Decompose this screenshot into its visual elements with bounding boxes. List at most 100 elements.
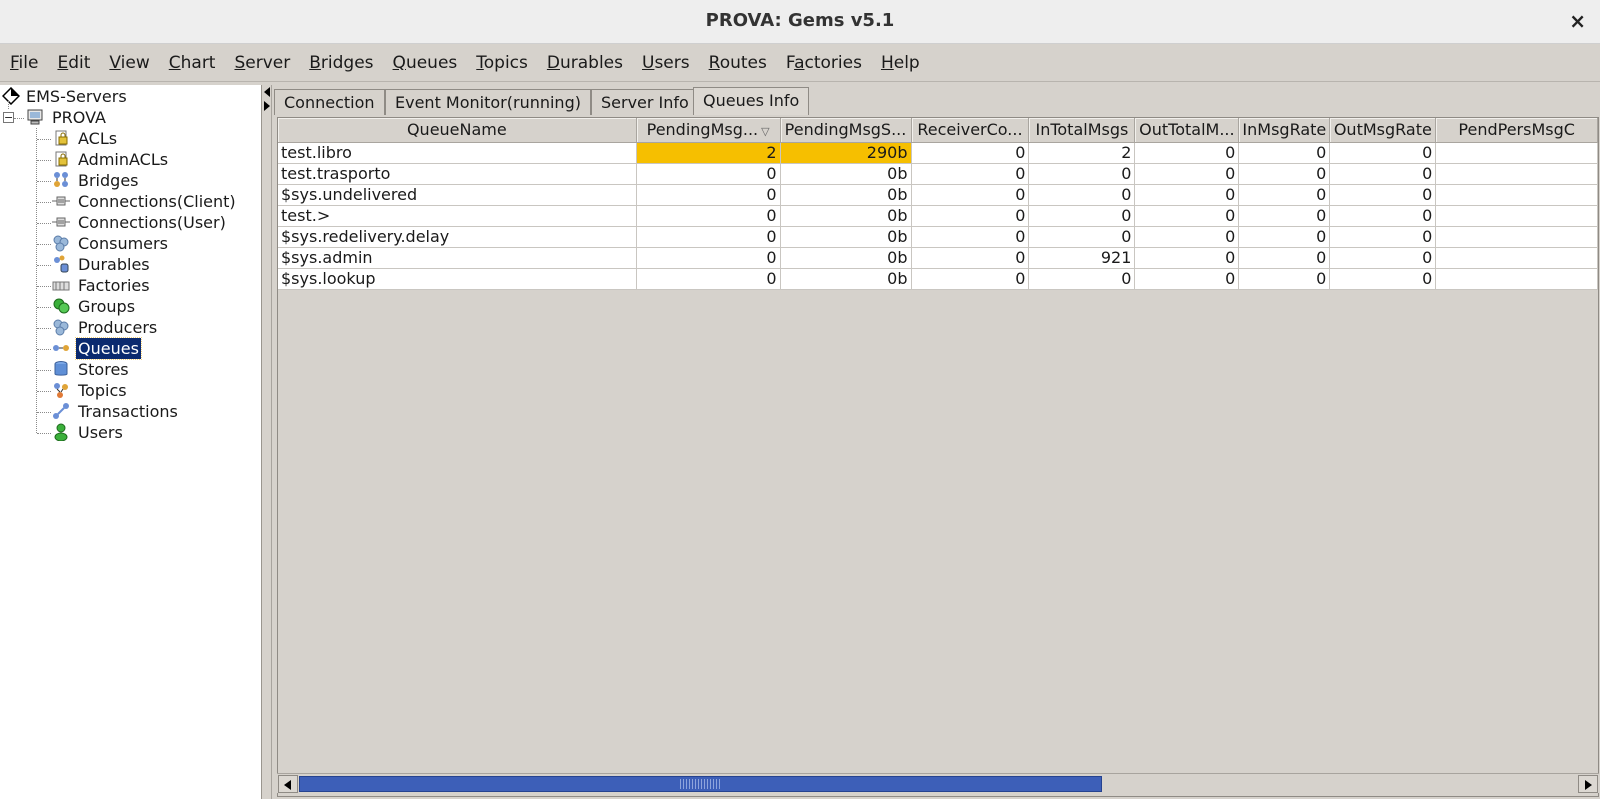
- table-row[interactable]: test.> 0 0b 0 0 0 0 0: [278, 205, 1598, 227]
- table-cell[interactable]: 0: [1238, 163, 1331, 185]
- table-cell[interactable]: 0: [1238, 247, 1331, 269]
- table-cell[interactable]: 0: [1329, 205, 1437, 227]
- table-cell[interactable]: 2: [636, 142, 781, 164]
- queue-name-cell[interactable]: test.trasporto: [278, 163, 637, 185]
- table-cell[interactable]: 0b: [780, 226, 912, 248]
- tab-event-monitor-running[interactable]: Event Monitor(running): [385, 89, 591, 115]
- table-cell[interactable]: 0b: [780, 184, 912, 206]
- table-cell[interactable]: 0: [911, 142, 1030, 164]
- scroll-left-button[interactable]: [278, 775, 298, 793]
- table-cell[interactable]: 0: [911, 226, 1030, 248]
- table-cell[interactable]: 0: [1238, 226, 1331, 248]
- menu-edit[interactable]: Edit: [47, 44, 99, 82]
- table-cell[interactable]: 0: [1134, 226, 1240, 248]
- table-row[interactable]: $sys.lookup 0 0b 0 0 0 0 0: [278, 268, 1598, 290]
- table-row[interactable]: $sys.redelivery.delay 0 0b 0 0 0 0 0: [278, 226, 1598, 248]
- table-cell[interactable]: 0: [1134, 163, 1240, 185]
- menu-view[interactable]: View: [99, 44, 158, 82]
- column-header-intotalmsgs[interactable]: InTotalMsgs: [1028, 118, 1136, 143]
- table-cell[interactable]: 0: [911, 184, 1030, 206]
- queue-name-cell[interactable]: $sys.admin: [278, 247, 637, 269]
- table-cell[interactable]: 290b: [780, 142, 912, 164]
- menu-bridges[interactable]: Bridges: [299, 44, 382, 82]
- table-cell[interactable]: 0: [1238, 268, 1331, 290]
- column-header-pendpersmsgc[interactable]: PendPersMsgC: [1435, 118, 1598, 143]
- table-cell[interactable]: 0: [1329, 226, 1437, 248]
- table-cell[interactable]: 0: [911, 205, 1030, 227]
- scroll-right-button[interactable]: [1578, 775, 1598, 793]
- scroll-thumb[interactable]: [299, 776, 1102, 792]
- column-header-outtotalm[interactable]: OutTotalM...: [1134, 118, 1240, 143]
- table-cell[interactable]: [1435, 247, 1598, 269]
- table-cell[interactable]: 0: [1028, 163, 1136, 185]
- menu-users[interactable]: Users: [632, 44, 699, 82]
- menu-server[interactable]: Server: [224, 44, 299, 82]
- column-header-queuename[interactable]: QueueName: [278, 118, 637, 143]
- panel-splitter[interactable]: [262, 85, 272, 799]
- table-cell[interactable]: 0: [911, 163, 1030, 185]
- table-cell[interactable]: 0b: [780, 163, 912, 185]
- table-cell[interactable]: [1435, 163, 1598, 185]
- queue-name-cell[interactable]: $sys.undelivered: [278, 184, 637, 206]
- menu-factories[interactable]: Factories: [776, 44, 871, 82]
- table-cell[interactable]: 0: [911, 268, 1030, 290]
- table-cell[interactable]: 0: [636, 247, 781, 269]
- table-cell[interactable]: 0: [636, 205, 781, 227]
- table-cell[interactable]: 0: [1238, 184, 1331, 206]
- table-cell[interactable]: [1435, 268, 1598, 290]
- table-cell[interactable]: 0: [1134, 142, 1240, 164]
- table-cell[interactable]: 0: [636, 163, 781, 185]
- table-cell[interactable]: 0b: [780, 247, 912, 269]
- table-cell[interactable]: 0: [636, 268, 781, 290]
- tab-queues-info[interactable]: Queues Info: [693, 87, 810, 115]
- table-cell[interactable]: 0: [1329, 184, 1437, 206]
- table-cell[interactable]: 0: [1028, 184, 1136, 206]
- menu-help[interactable]: Help: [871, 44, 929, 82]
- queue-name-cell[interactable]: $sys.redelivery.delay: [278, 226, 637, 248]
- column-header-pendingmsg[interactable]: PendingMsg... ▽: [636, 118, 781, 143]
- table-cell[interactable]: 0: [1329, 142, 1437, 164]
- menu-file[interactable]: File: [0, 44, 47, 82]
- table-cell[interactable]: 0: [1134, 184, 1240, 206]
- table-cell[interactable]: [1435, 226, 1598, 248]
- table-cell[interactable]: 0: [1134, 247, 1240, 269]
- table-cell[interactable]: 0b: [780, 268, 912, 290]
- table-row[interactable]: test.libro 2 290b 0 2 0 0 0: [278, 142, 1598, 164]
- collapse-icon[interactable]: −: [3, 112, 14, 123]
- queue-name-cell[interactable]: test.>: [278, 205, 637, 227]
- table-cell[interactable]: 2: [1028, 142, 1136, 164]
- table-cell[interactable]: 0: [1134, 268, 1240, 290]
- table-cell[interactable]: 0: [1028, 205, 1136, 227]
- table-cell[interactable]: 0: [1238, 142, 1331, 164]
- column-header-receiverco[interactable]: ReceiverCo...: [911, 118, 1030, 143]
- expand-right-icon[interactable]: [264, 101, 270, 111]
- table-row[interactable]: $sys.undelivered 0 0b 0 0 0 0 0: [278, 184, 1598, 206]
- table-cell[interactable]: 0: [1028, 226, 1136, 248]
- queue-name-cell[interactable]: test.libro: [278, 142, 637, 164]
- horizontal-scrollbar[interactable]: [277, 773, 1599, 793]
- close-icon[interactable]: ×: [1569, 0, 1586, 42]
- menu-durables[interactable]: Durables: [537, 44, 632, 82]
- column-header-outmsgrate[interactable]: OutMsgRate: [1329, 118, 1437, 143]
- table-cell[interactable]: [1435, 205, 1598, 227]
- table-cell[interactable]: 0: [1329, 163, 1437, 185]
- table-cell[interactable]: 0: [1238, 205, 1331, 227]
- table-cell[interactable]: 921: [1028, 247, 1136, 269]
- table-cell[interactable]: 0: [636, 226, 781, 248]
- table-cell[interactable]: [1435, 184, 1598, 206]
- table-cell[interactable]: [1435, 142, 1598, 164]
- menu-queues[interactable]: Queues: [383, 44, 467, 82]
- menu-topics[interactable]: Topics: [466, 44, 537, 82]
- table-cell[interactable]: 0: [911, 247, 1030, 269]
- table-cell[interactable]: 0: [1134, 205, 1240, 227]
- collapse-left-icon[interactable]: [264, 87, 270, 97]
- table-row[interactable]: test.trasporto 0 0b 0 0 0 0 0: [278, 163, 1598, 185]
- tab-connection[interactable]: Connection: [274, 89, 385, 115]
- table-cell[interactable]: 0: [1028, 268, 1136, 290]
- menu-routes[interactable]: Routes: [699, 44, 776, 82]
- tab-server-info[interactable]: Server Info: [591, 89, 699, 115]
- column-header-inmsgrate[interactable]: InMsgRate: [1238, 118, 1331, 143]
- table-cell[interactable]: 0b: [780, 205, 912, 227]
- table-cell[interactable]: 0: [636, 184, 781, 206]
- table-cell[interactable]: 0: [1329, 247, 1437, 269]
